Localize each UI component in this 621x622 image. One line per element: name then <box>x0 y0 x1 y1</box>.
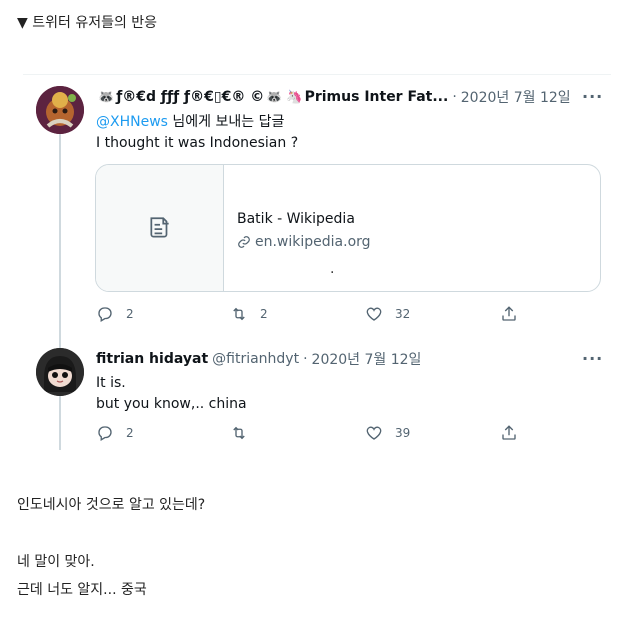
section-title: ▼ 트위터 유저들의 반응 <box>17 12 157 32</box>
card-domain: en.wikipedia.org <box>237 234 371 250</box>
tweet2-date[interactable]: 2020년 7월 12일 <box>312 349 422 369</box>
tweet1-display-name-a[interactable]: ƒ®€d ƒƒƒ ƒ®€▯€® © <box>116 89 264 105</box>
tweet1-text: I thought it was Indonesian ? <box>96 135 299 151</box>
triangle-marker: ▼ <box>17 15 28 31</box>
retweet-button[interactable] <box>230 424 248 442</box>
raccoon-icon: 🦝 <box>98 89 115 105</box>
tweet1-actions: 2 2 32 <box>96 305 526 327</box>
card-thumbnail <box>96 165 224 291</box>
card-body: Batik - Wikipedia en.wikipedia.org . <box>224 165 600 291</box>
separator-dot: · <box>452 89 457 105</box>
separator-dot: · <box>303 351 308 367</box>
share-upload-icon <box>502 306 516 321</box>
tweet2-handle[interactable]: @fitrianhdyt <box>212 351 299 367</box>
unicorn-icon: 🦄 <box>286 89 303 105</box>
thread-connector-line <box>59 132 61 450</box>
more-dots-icon[interactable]: ··· <box>582 349 603 368</box>
tweet2-header: fitrian hidayat @fitrianhdyt · 2020년 7월 … <box>96 349 421 369</box>
tweet2-text-line1: It is. <box>96 375 126 391</box>
heart-icon <box>366 307 382 321</box>
share-button[interactable] <box>500 305 518 323</box>
avatar-image-icon <box>36 348 84 396</box>
reply-button[interactable]: 2 <box>96 424 134 442</box>
retweet-count: 2 <box>260 307 268 321</box>
document-icon <box>149 217 169 238</box>
tweet2-display-name[interactable]: fitrian hidayat <box>96 351 208 367</box>
tweet1-date[interactable]: 2020년 7월 12일 <box>461 87 571 107</box>
like-count: 39 <box>395 426 411 440</box>
reply-count: 2 <box>126 307 134 321</box>
more-dots-icon[interactable]: ··· <box>582 87 603 106</box>
link-card[interactable]: Batik - Wikipedia en.wikipedia.org . <box>95 164 601 292</box>
retweet-button[interactable]: 2 <box>230 305 268 323</box>
like-button[interactable]: 32 <box>365 305 410 323</box>
speech-bubble-icon <box>98 307 112 322</box>
avatar[interactable] <box>36 86 84 134</box>
avatar-image-icon <box>36 86 84 134</box>
tweet2-actions: 2 39 <box>96 424 526 446</box>
link-icon <box>238 236 250 248</box>
tweet1-display-name-b[interactable]: Primus Inter Fat... <box>305 89 449 105</box>
retweet-arrows-icon <box>233 307 245 321</box>
translation-line-1: 인도네시아 것으로 알고 있는데? <box>17 497 206 513</box>
card-title: Batik - Wikipedia <box>237 211 355 227</box>
speech-bubble-icon <box>98 426 112 441</box>
translation-line-3: 근데 너도 알지... 중국 <box>17 582 147 598</box>
tweet1-header: 🦝 ƒ®€d ƒƒƒ ƒ®€▯€® © 🦝 🦄 Primus Inter Fat… <box>96 87 571 107</box>
like-count: 32 <box>395 307 411 321</box>
like-button[interactable]: 39 <box>365 424 410 442</box>
reply-button[interactable]: 2 <box>96 305 134 323</box>
avatar[interactable] <box>36 348 84 396</box>
translation-line-2: 네 말이 맞아. <box>17 554 95 570</box>
share-upload-icon <box>502 425 516 440</box>
reply-count: 2 <box>126 426 134 440</box>
reply-to-line: @XHNews 님에게 보내는 답글 <box>96 111 284 131</box>
share-button[interactable] <box>500 424 518 442</box>
reply-to-suffix: 님에게 보내는 답글 <box>167 114 285 130</box>
retweet-arrows-icon <box>233 426 245 440</box>
section-title-text: 트위터 유저들의 반응 <box>32 15 158 31</box>
tweet2-text-line2: but you know,.. china <box>96 396 247 412</box>
heart-icon <box>366 426 382 440</box>
reply-mention-link[interactable]: @XHNews <box>96 114 168 130</box>
card-domain-text: en.wikipedia.org <box>255 234 371 250</box>
card-dot: . <box>330 261 335 277</box>
raccoon-icon: 🦝 <box>266 89 283 105</box>
